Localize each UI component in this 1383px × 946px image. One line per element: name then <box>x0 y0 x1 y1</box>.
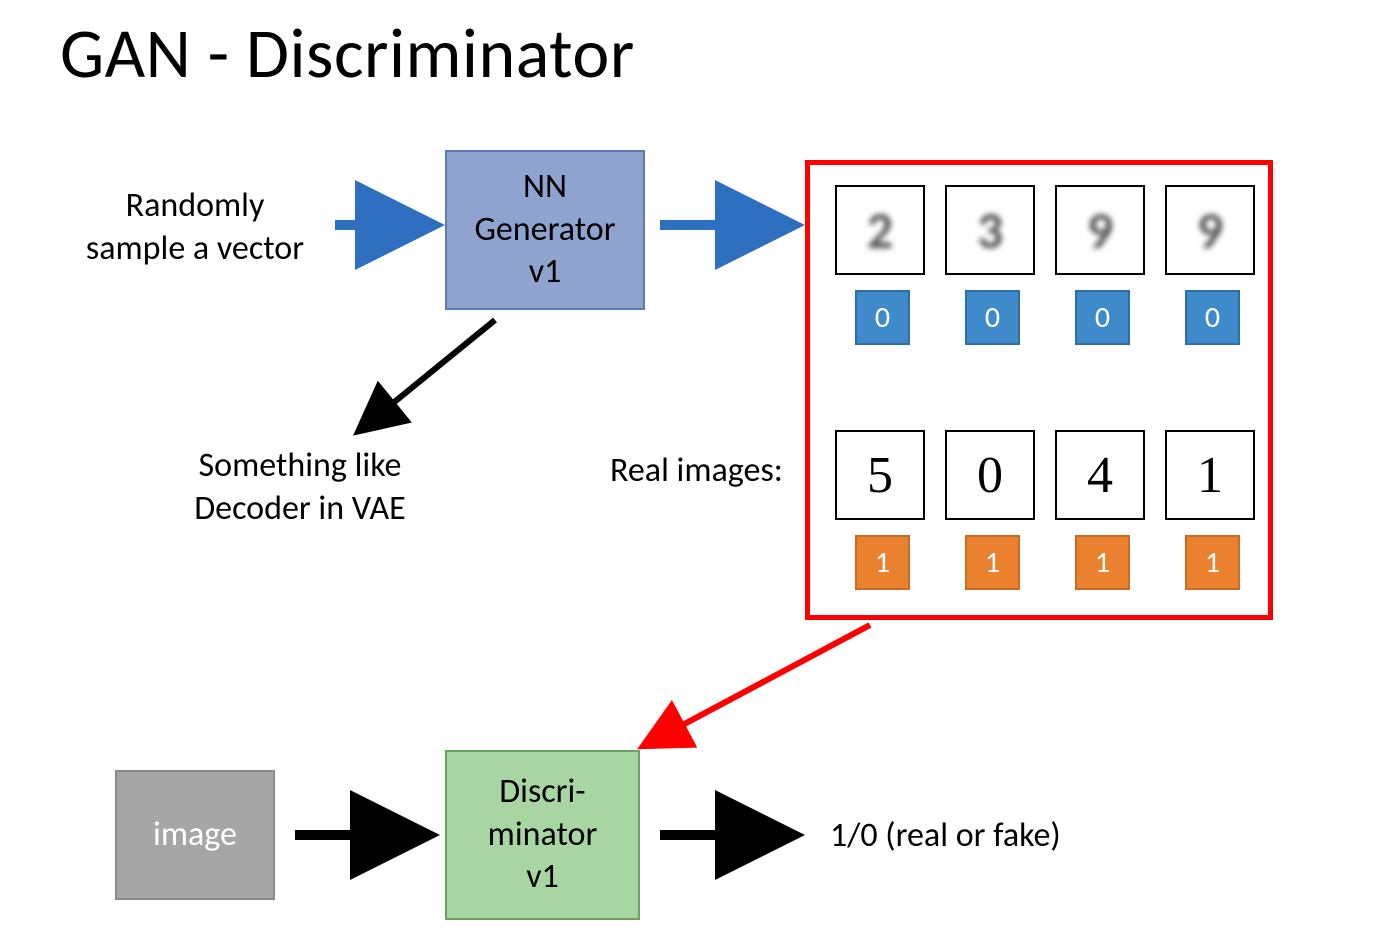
real-label-1: 1 <box>965 535 1020 590</box>
discriminator-line1: Discri- <box>499 771 585 812</box>
label-decoder-note-line2: Decoder in VAE <box>194 488 406 529</box>
fake-label-2: 0 <box>1075 290 1130 345</box>
real-label-2: 1 <box>1075 535 1130 590</box>
real-digit-2-glyph: 4 <box>1087 443 1113 508</box>
real-digit-0-glyph: 5 <box>867 443 893 508</box>
arrow-samples-to-discriminator <box>645 625 870 745</box>
real-digit-2: 4 <box>1055 430 1145 520</box>
real-digit-0: 5 <box>835 430 925 520</box>
discriminator-line3: v1 <box>526 856 559 897</box>
real-digit-1: 0 <box>945 430 1035 520</box>
fake-digit-2: 9 <box>1055 185 1145 275</box>
label-random-vector-line2: sample a vector <box>86 228 304 269</box>
label-decoder-note: Something like Decoder in VAE <box>150 445 450 530</box>
label-output: 1/0 (real or fake) <box>830 815 1210 858</box>
generator-line1: NN <box>523 166 567 207</box>
generator-line2: Generator <box>474 209 615 250</box>
fake-digit-0: 2 <box>835 185 925 275</box>
real-label-0: 1 <box>855 535 910 590</box>
fake-digit-3: 9 <box>1165 185 1255 275</box>
label-real-images: Real images: <box>610 450 820 493</box>
label-random-vector: Randomly sample a vector <box>65 185 325 270</box>
label-random-vector-line1: Randomly <box>126 185 265 226</box>
fake-digit-0-glyph: 2 <box>867 198 893 263</box>
generator-box: NN Generator v1 <box>445 150 645 310</box>
generator-line3: v1 <box>529 251 562 292</box>
label-decoder-note-line1: Something like <box>199 445 402 486</box>
real-digit-3: 1 <box>1165 430 1255 520</box>
image-placeholder-box: image <box>115 770 275 900</box>
real-digit-3-glyph: 1 <box>1197 443 1223 508</box>
fake-label-0: 0 <box>855 290 910 345</box>
fake-label-3: 0 <box>1185 290 1240 345</box>
arrow-generator-to-note <box>360 320 495 430</box>
real-digit-1-glyph: 0 <box>977 443 1003 508</box>
discriminator-line2: minator <box>488 814 598 855</box>
fake-digit-1: 3 <box>945 185 1035 275</box>
image-placeholder-label: image <box>153 814 237 857</box>
fake-digit-1-glyph: 3 <box>977 198 1003 263</box>
page-title: GAN - Discriminator <box>60 10 635 96</box>
fake-digit-2-glyph: 9 <box>1087 198 1113 263</box>
real-label-3: 1 <box>1185 535 1240 590</box>
fake-digit-3-glyph: 9 <box>1197 198 1223 263</box>
fake-label-1: 0 <box>965 290 1020 345</box>
discriminator-box: Discri- minator v1 <box>445 750 640 920</box>
